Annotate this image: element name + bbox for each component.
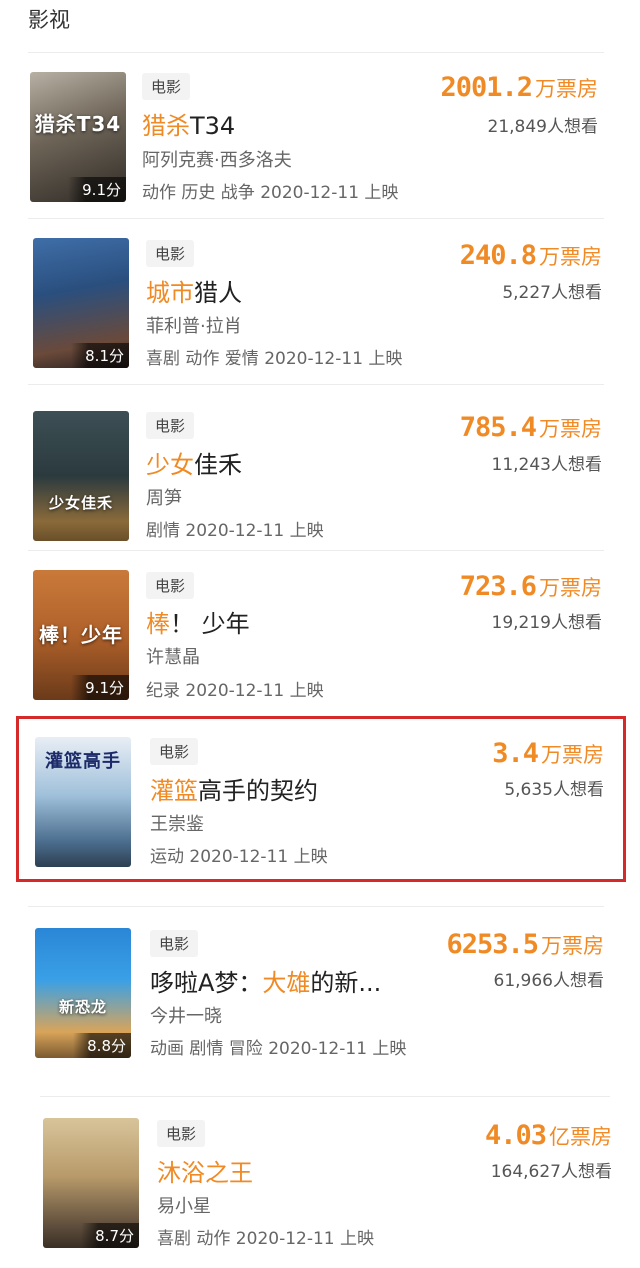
rating-badge: 8.7分 [81,1223,139,1248]
want-count: 19,219人想看 [491,613,602,633]
movie-title[interactable]: 城市猎人 [146,273,242,308]
genre-release: 喜剧 动作 2020-12-11 上映 [157,1229,375,1249]
director-name: 周笋 [146,488,182,509]
category-tag: 电影 [146,412,195,439]
movie-title[interactable]: 哆啦A梦：大雄的新... [150,963,381,998]
want-count: 5,227人想看 [502,283,602,303]
want-count: 5,635人想看 [504,780,604,800]
genre-release: 喜剧 动作 爱情 2020-12-11 上映 [146,349,403,369]
movie-poster[interactable]: 猎杀T34 9.1分 [30,72,126,202]
director-name: 菲利普·拉肖 [146,316,242,337]
director-name: 阿列克赛·西多洛夫 [142,150,292,171]
movie-poster[interactable]: 灌篮高手 [35,737,131,867]
category-tag: 电影 [146,240,195,267]
box-office: 3.4 万票房 [492,738,604,769]
want-count: 11,243人想看 [491,455,602,475]
movie-title[interactable]: 沐浴之王 [157,1153,253,1188]
box-office: 785.4 万票房 [459,412,602,443]
category-tag: 电影 [142,73,191,100]
category-tag: 电影 [150,738,199,765]
genre-release: 纪录 2020-12-11 上映 [146,681,324,701]
category-tag: 电影 [150,930,199,957]
box-office: 4.03 亿票房 [484,1120,612,1151]
movie-poster[interactable]: 少女佳禾 [33,411,129,541]
box-office: 6253.5 万票房 [446,929,604,960]
box-office: 240.8 万票房 [459,240,602,271]
movie-title[interactable]: 灌篮高手的契约 [150,771,318,806]
want-count: 21,849人想看 [487,117,598,137]
movie-title[interactable]: 猎杀T34 [142,106,235,141]
genre-release: 动作 历史 战争 2020-12-11 上映 [142,183,399,203]
director-name: 易小星 [157,1196,211,1217]
director-name: 王崇鉴 [150,814,204,835]
movie-poster[interactable]: 8.7分 [43,1118,139,1248]
category-tag: 电影 [146,572,195,599]
movie-poster[interactable]: 棒！少年 9.1分 [33,570,129,700]
rating-badge: 8.8分 [73,1033,131,1058]
movie-poster[interactable]: 新恐龙 8.8分 [35,928,131,1058]
rating-badge: 8.1分 [71,343,129,368]
category-tag: 电影 [157,1120,206,1147]
box-office: 723.6 万票房 [459,571,602,602]
genre-release: 动画 剧情 冒险 2020-12-11 上映 [150,1039,407,1059]
rating-badge: 9.1分 [68,177,126,202]
want-count: 164,627人想看 [490,1162,612,1182]
want-count: 61,966人想看 [493,971,604,991]
movie-poster[interactable]: 8.1分 [33,238,129,368]
director-name: 许慧晶 [146,647,200,668]
movie-title[interactable]: 棒！ 少年 [146,604,250,639]
genre-release: 剧情 2020-12-11 上映 [146,521,324,541]
movie-title[interactable]: 少女佳禾 [146,445,242,480]
section-title: 影视 [28,8,70,32]
director-name: 今井一晓 [150,1006,222,1027]
genre-release: 运动 2020-12-11 上映 [150,847,328,867]
rating-badge: 9.1分 [71,675,129,700]
box-office: 2001.2 万票房 [440,72,598,103]
